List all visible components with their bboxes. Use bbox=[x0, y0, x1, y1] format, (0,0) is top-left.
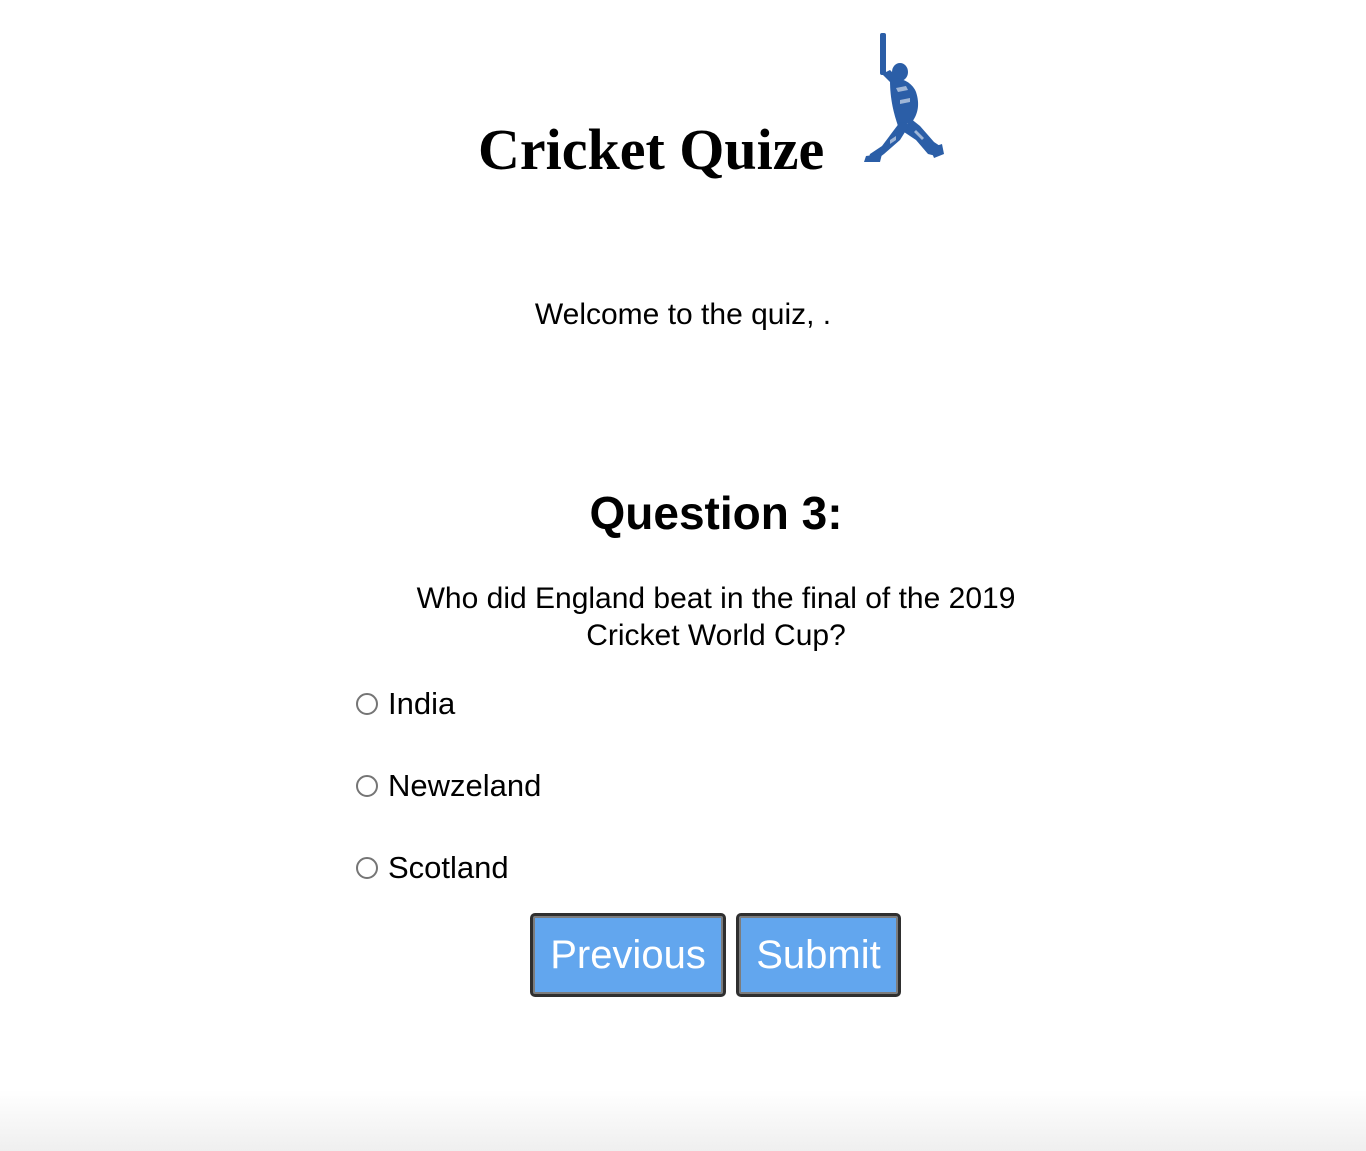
question-text: Who did England beat in the final of the… bbox=[416, 582, 1016, 652]
answer-options: India Newzeland Scotland bbox=[355, 684, 855, 930]
answer-option-label: India bbox=[388, 686, 456, 721]
answer-option-newzeland[interactable]: Newzeland bbox=[355, 766, 855, 848]
radio-button[interactable] bbox=[356, 857, 378, 879]
quiz-actions: Previous Submit bbox=[530, 913, 910, 999]
question-title: Question 3: bbox=[589, 487, 843, 539]
previous-button[interactable]: Previous bbox=[530, 913, 726, 997]
page-header: Cricket Quize bbox=[0, 0, 1366, 200]
answer-option-label: Newzeland bbox=[388, 768, 542, 803]
cricket-batsman-icon bbox=[860, 30, 944, 166]
submit-button[interactable]: Submit bbox=[736, 913, 901, 997]
radio-button[interactable] bbox=[356, 693, 378, 715]
answer-option-label: Scotland bbox=[388, 850, 509, 885]
page-title: Cricket Quize bbox=[478, 117, 825, 182]
answer-option-india[interactable]: India bbox=[355, 684, 855, 766]
welcome-message: Welcome to the quiz, . bbox=[534, 298, 832, 331]
radio-button[interactable] bbox=[356, 775, 378, 797]
